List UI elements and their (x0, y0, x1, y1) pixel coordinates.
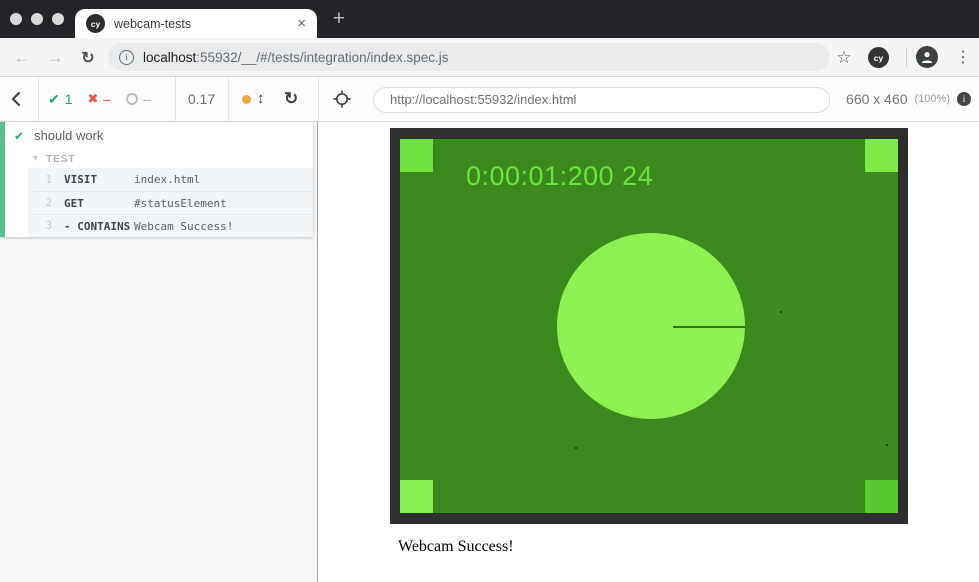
viewport-info: 660 x 460 (100%) i (846, 77, 971, 121)
corner-marker-bottom-right (865, 480, 898, 513)
tab-title: webcam-tests (114, 17, 297, 31)
test-title: should work (34, 128, 103, 143)
toolbar-divider (318, 77, 319, 121)
aut-viewport: 0:00:01:200 24 Webcam Success! (319, 122, 979, 582)
webcam-video-frame: 0:00:01:200 24 (390, 128, 908, 524)
selector-playground-icon[interactable] (333, 90, 351, 108)
site-info-icon[interactable]: i (119, 50, 134, 65)
collapse-reporter-icon[interactable] (10, 91, 24, 107)
command-row[interactable]: 1 VISIT index.html (28, 168, 313, 191)
browser-menu-icon[interactable]: ⋮ (952, 46, 974, 68)
passed-check-icon[interactable]: ✔ (48, 91, 60, 108)
passed-count[interactable]: 1 (65, 91, 73, 107)
nav-divider (906, 48, 907, 67)
forward-icon[interactable]: → (43, 46, 67, 70)
command-log-sidebar: ✔ should work ▾ TEST 1 VISIT index.html … (0, 122, 318, 582)
address-bar[interactable]: i localhost:55932/__/#/tests/integration… (108, 43, 830, 71)
url-host: localhost (143, 50, 196, 65)
test-stats: ✔ 1 ✖ -- -- (48, 77, 150, 121)
browser-tab-strip: cy webcam-tests × + (0, 0, 979, 38)
webcam-timestamp: 0:00:01:200 24 (466, 161, 653, 192)
test-pass-check-icon: ✔ (14, 129, 24, 143)
auto-scroll-dot-icon[interactable] (242, 95, 251, 104)
corner-marker-bottom-left (400, 480, 433, 513)
close-tab-icon[interactable]: × (297, 16, 306, 31)
chevron-down-icon: ▾ (33, 153, 38, 164)
scroll-toggle-icon[interactable]: ↕ (257, 77, 265, 121)
bookmark-star-icon[interactable]: ☆ (833, 47, 855, 69)
browser-tab-active[interactable]: cy webcam-tests × (75, 9, 317, 38)
test-group-toggle[interactable]: ▾ TEST (0, 149, 313, 168)
pending-count[interactable]: -- (143, 91, 150, 107)
command-list: 1 VISIT index.html 2 GET #statusElement … (28, 168, 313, 237)
toolbar-divider (228, 77, 229, 121)
command-method: GET (64, 197, 134, 210)
failed-count[interactable]: -- (102, 91, 109, 107)
test-card: ✔ should work ▾ TEST 1 VISIT index.html … (0, 122, 313, 237)
command-number: 2 (28, 197, 52, 209)
command-message: index.html (134, 173, 200, 186)
reload-icon[interactable]: ↻ (76, 46, 100, 70)
viewport-info-icon[interactable]: i (957, 92, 971, 106)
viewport-size-label: 660 x 460 (846, 91, 908, 107)
toolbar-divider (38, 77, 39, 121)
command-method: - CONTAINS (64, 220, 134, 233)
restart-tests-icon[interactable]: ↻ (284, 77, 298, 121)
browser-nav-bar: ← → ↻ i localhost:55932/__/#/tests/integ… (0, 38, 979, 77)
new-tab-button[interactable]: + (327, 7, 351, 31)
test-pass-strip (0, 122, 5, 237)
cypress-runner-window: cy webcam-tests × + ← → ↻ i localhost:55… (0, 0, 979, 582)
webcam-test-pattern: 0:00:01:200 24 (400, 139, 898, 513)
failed-cross-icon[interactable]: ✖ (88, 91, 99, 107)
window-minimize-dot[interactable] (31, 13, 43, 25)
command-row[interactable]: 3 - CONTAINS Webcam Success! (28, 214, 313, 237)
noise-speck (886, 444, 888, 446)
command-row[interactable]: 2 GET #statusElement (28, 191, 313, 214)
command-method: VISIT (64, 173, 134, 186)
command-message: Webcam Success! (134, 220, 233, 233)
pending-circle-icon[interactable] (126, 93, 138, 105)
corner-marker-top-right (865, 139, 898, 172)
viewport-scale-label: (100%) (915, 93, 950, 105)
back-icon[interactable]: ← (10, 46, 34, 70)
command-message: #statusElement (134, 197, 227, 210)
command-number: 1 (28, 174, 52, 186)
test-group-label: TEST (46, 153, 75, 165)
window-zoom-dot[interactable] (52, 13, 64, 25)
command-number: 3 (28, 220, 52, 232)
reporter-toolbar: ✔ 1 ✖ -- -- 0.17 ↕ ↻ http://localhost:55… (0, 77, 979, 122)
noise-speck (575, 447, 577, 449)
profile-avatar-icon[interactable] (916, 46, 938, 68)
corner-marker-top-left (400, 139, 433, 172)
aut-url-field[interactable]: http://localhost:55932/index.html (373, 87, 830, 113)
cypress-extension-icon[interactable]: cy (868, 47, 889, 68)
cypress-favicon-icon: cy (86, 14, 105, 33)
duration-label: 0.17 (175, 77, 228, 121)
url-path: :55932/__/#/tests/integration/index.spec… (196, 50, 448, 65)
url-text: localhost:55932/__/#/tests/integration/i… (143, 50, 448, 65)
noise-speck (780, 311, 782, 313)
status-text: Webcam Success! (398, 538, 514, 556)
test-header[interactable]: ✔ should work (0, 122, 313, 149)
webcam-scan-line (673, 326, 745, 328)
window-close-dot[interactable] (10, 13, 22, 25)
